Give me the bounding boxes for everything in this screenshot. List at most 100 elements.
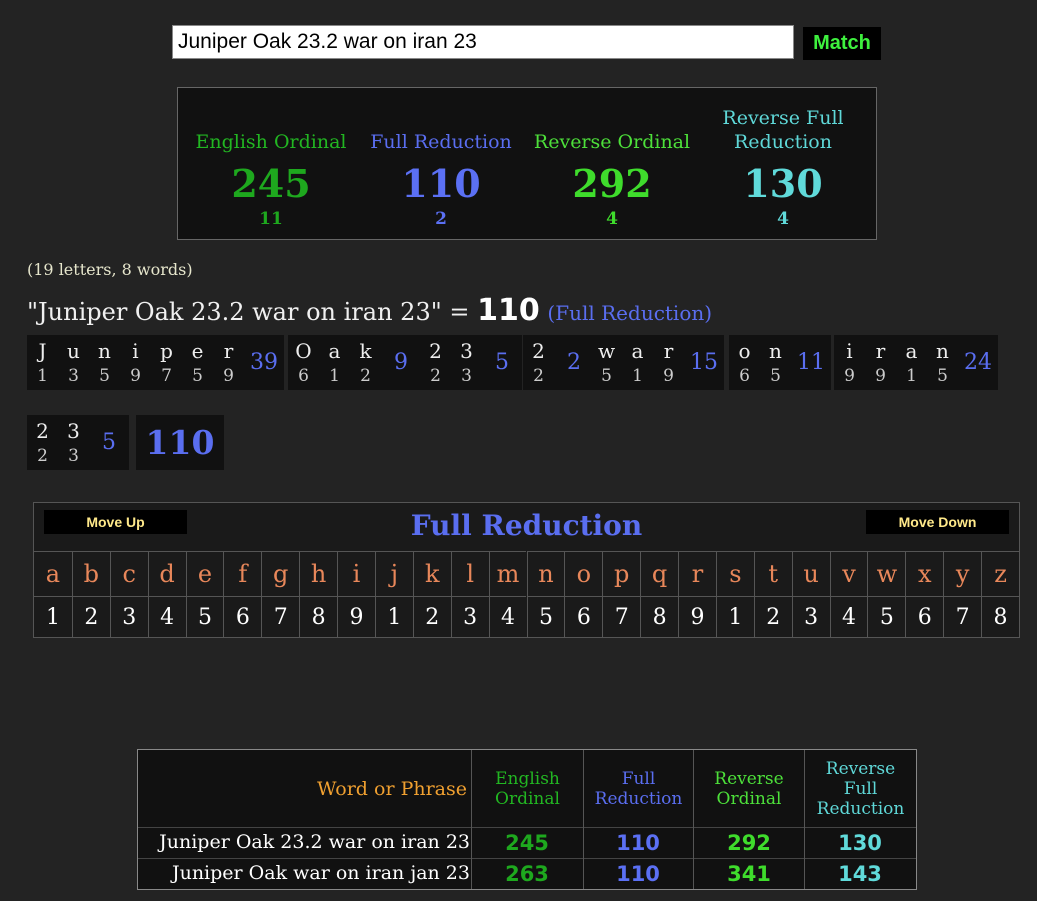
row-reverse-ordinal: 341 bbox=[727, 862, 771, 886]
row-reverse-full-reduction: 143 bbox=[838, 862, 882, 886]
letter-char: 3 bbox=[67, 419, 80, 443]
letter-cell: e5 bbox=[182, 335, 213, 390]
summary-reduction: 4 bbox=[606, 209, 618, 229]
breakdown-word: 222 bbox=[523, 335, 594, 390]
letter-value: 3 bbox=[68, 446, 79, 466]
letter-cell: r9 bbox=[213, 335, 244, 390]
letter-cell: i9 bbox=[120, 335, 151, 390]
summary-label: Full Reduction bbox=[370, 131, 512, 153]
word-sum: 5 bbox=[102, 430, 116, 455]
alphabet-value: 4 bbox=[489, 596, 527, 637]
cipher-table: Move Up Full Reduction Move Down a1b2c3d… bbox=[33, 502, 1020, 638]
letter-value: 9 bbox=[130, 366, 141, 386]
breakdown-total: 110 bbox=[136, 415, 224, 470]
letter-cell: p7 bbox=[151, 335, 182, 390]
letter-char: 3 bbox=[460, 339, 473, 363]
alphabet-column: i9 bbox=[337, 551, 375, 637]
word-sum: 24 bbox=[964, 350, 992, 375]
letter-char: i bbox=[846, 339, 853, 363]
alphabet-column: x6 bbox=[905, 551, 944, 637]
letter-char: p bbox=[160, 339, 173, 363]
alphabet-value: 7 bbox=[262, 596, 300, 637]
alphabet-column: b2 bbox=[71, 551, 110, 637]
alphabet-column: y7 bbox=[943, 551, 982, 637]
letter-value: 1 bbox=[329, 366, 340, 386]
match-button[interactable]: Match bbox=[803, 27, 881, 60]
phrase-cipher-link[interactable]: (Full Reduction) bbox=[547, 301, 712, 325]
alphabet-value: 8 bbox=[641, 596, 679, 637]
header-word-or-phrase: Word or Phrase bbox=[317, 777, 467, 800]
letter-cell: 33 bbox=[451, 335, 482, 390]
alphabet-value: 9 bbox=[338, 596, 375, 637]
alphabet-value: 8 bbox=[982, 596, 1019, 637]
table-row[interactable]: Juniper Oak war on iran jan 23 263 110 3… bbox=[138, 858, 916, 889]
letter-char: 2 bbox=[429, 339, 442, 363]
alphabet-column: a1 bbox=[34, 551, 72, 637]
alphabet-column: g7 bbox=[261, 551, 300, 637]
letter-char: k bbox=[359, 339, 372, 363]
summary-reduction: 11 bbox=[259, 209, 283, 229]
alphabet-column: u3 bbox=[791, 551, 830, 637]
letter-char: u bbox=[67, 339, 80, 363]
move-down-button[interactable]: Move Down bbox=[866, 510, 1009, 534]
alphabet-letter: p bbox=[603, 551, 641, 596]
row-phrase[interactable]: Juniper Oak war on iran jan 23 bbox=[138, 862, 470, 884]
letter-value: 5 bbox=[99, 366, 110, 386]
alphabet-letter: s bbox=[716, 551, 754, 596]
row-full-reduction: 110 bbox=[616, 831, 660, 855]
alphabet-column: e5 bbox=[185, 551, 224, 637]
alphabet-column: p7 bbox=[602, 551, 641, 637]
summary-label: Reverse Ordinal bbox=[533, 131, 691, 153]
header-english-ordinal: English Ordinal bbox=[471, 750, 583, 827]
letter-char: a bbox=[905, 339, 918, 363]
letter-cell: a1 bbox=[622, 335, 653, 390]
column-divider bbox=[804, 827, 805, 889]
letter-char: J bbox=[38, 339, 47, 363]
alphabet-letter: f bbox=[224, 551, 262, 596]
letter-value: 6 bbox=[298, 366, 309, 386]
summary-value: 245 bbox=[231, 161, 311, 206]
alphabet-letter: e bbox=[186, 551, 224, 596]
results-table: Word or Phrase English Ordinal Full Redu… bbox=[137, 749, 917, 890]
letter-value: 2 bbox=[430, 366, 441, 386]
column-divider bbox=[693, 827, 694, 889]
search-input[interactable] bbox=[172, 25, 794, 59]
letter-cell: 22 bbox=[27, 415, 58, 470]
breakdown-word: i 9 r 9 a 1 n 5 24 bbox=[834, 335, 998, 390]
row-reverse-ordinal: 292 bbox=[727, 831, 771, 855]
alphabet-value: 3 bbox=[451, 596, 489, 637]
alphabet-letter: n bbox=[527, 551, 565, 596]
alphabet-column: h8 bbox=[299, 551, 338, 637]
letter-word-count: (19 letters, 8 words) bbox=[27, 260, 193, 279]
alphabet-value: 6 bbox=[224, 596, 262, 637]
alphabet-letter: a bbox=[34, 551, 72, 596]
alphabet-value: 6 bbox=[565, 596, 603, 637]
word-sum: 2 bbox=[567, 350, 581, 375]
alphabet-letter: c bbox=[110, 551, 148, 596]
alphabet-letter: h bbox=[300, 551, 338, 596]
breakdown-word: o 6 n 5 11 bbox=[729, 335, 831, 390]
row-phrase[interactable]: Juniper Oak 23.2 war on iran 23 bbox=[138, 831, 470, 853]
letter-char: r bbox=[875, 339, 886, 363]
alphabet-value: 9 bbox=[679, 596, 716, 637]
letter-cell: r9 bbox=[653, 335, 684, 390]
summary-value: 110 bbox=[401, 161, 481, 206]
alphabet-value: 5 bbox=[868, 596, 906, 637]
letter-value: 5 bbox=[770, 366, 781, 386]
letter-cell: o6 bbox=[729, 335, 760, 390]
letter-cell: J1 bbox=[27, 335, 58, 390]
alphabet-column: s1 bbox=[715, 551, 754, 637]
alphabet-column: j1 bbox=[374, 551, 413, 637]
column-divider bbox=[471, 827, 472, 889]
table-row[interactable]: Juniper Oak 23.2 war on iran 23 245 110 … bbox=[138, 827, 916, 858]
alphabet-value: 2 bbox=[754, 596, 792, 637]
alphabet-letter: k bbox=[413, 551, 451, 596]
alphabet-letter: x bbox=[906, 551, 944, 596]
letter-char: 2 bbox=[36, 419, 49, 443]
alphabet-letter: g bbox=[262, 551, 300, 596]
letter-char: o bbox=[738, 339, 751, 363]
letter-value: 9 bbox=[223, 366, 234, 386]
letter-cell: a1 bbox=[896, 335, 927, 390]
letter-value: 3 bbox=[68, 366, 79, 386]
alphabet-column: r9 bbox=[678, 551, 716, 637]
